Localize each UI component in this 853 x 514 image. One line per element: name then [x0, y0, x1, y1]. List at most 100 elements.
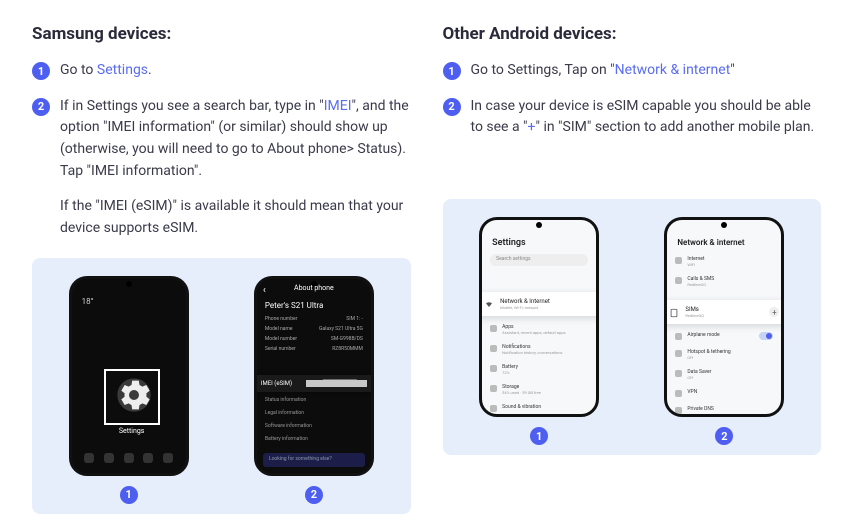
step-number-badge: 1: [443, 62, 461, 80]
dock: [80, 453, 178, 467]
list-item: Status information: [265, 397, 363, 403]
list-item: Sound & vibration: [490, 404, 588, 412]
row-title: Sound & vibration: [502, 404, 541, 410]
network-internet-card: Network & Internet Mobile, Wi-Fi, hotspo…: [479, 292, 599, 316]
network-rows-bottom: Airplane mode Hotspot & tetheringOff Dat…: [675, 332, 773, 417]
value: Galaxy S21 Ultra 5G: [319, 325, 363, 333]
search-settings: Search settings: [490, 254, 588, 266]
settings-icon-highlight: Settings: [104, 369, 160, 425]
step-number-badge: 2: [32, 98, 50, 116]
label: Phone number: [265, 315, 297, 323]
settings-rows: AppsAssistant, recent apps, default apps…: [490, 324, 588, 417]
samsung-step-2: 2 If in Settings you see a search bar, t…: [32, 96, 411, 183]
android-step-1-text: Go to Settings, Tap on "Network & intern…: [471, 60, 735, 82]
android-step-1: 1 Go to Settings, Tap on "Network & inte…: [443, 60, 822, 82]
network-internet-title: Network & internet: [677, 238, 744, 247]
label: Serial number: [265, 345, 296, 353]
notifications-icon: [490, 345, 497, 352]
android-title: Other Android devices:: [443, 24, 822, 44]
row-sub: Notification history, conversations: [502, 350, 562, 355]
list-item: Battery information: [265, 436, 363, 442]
list-item: Software information: [265, 423, 363, 429]
camera-notch: [126, 281, 132, 287]
network-rows-top: InternetWiFi Calls & SMSRedlineGO: [675, 256, 773, 296]
row-sub: RedlineGO: [687, 282, 714, 287]
list-item: Hotspot & tetheringOff: [675, 349, 773, 360]
card-sub: Mobile, Wi-Fi, hotspot: [500, 305, 550, 310]
list-item: AppsAssistant, recent apps, default apps: [490, 324, 588, 335]
text: Go to Settings, Tap on ": [471, 62, 615, 78]
sims-card: SIMs RedlineGO +: [664, 300, 784, 324]
apps-icon: [490, 325, 497, 332]
add-sim-plus-icon: +: [769, 307, 779, 317]
samsung-step-2-extra: If the "IMEI (eSIM)" is available it sho…: [60, 196, 411, 239]
imei-masked-value: 95████████: [306, 380, 367, 387]
airplane-toggle: [759, 332, 773, 340]
image-number-badge: 2: [305, 486, 323, 504]
value: SIM 1: -: [346, 315, 363, 323]
text: ": [730, 62, 734, 78]
columns: Samsung devices: 1 Go to Settings. 2 If …: [32, 24, 821, 514]
text: " in "SIM" section to add another mobile…: [535, 119, 814, 135]
value: RZ8R50MMM: [332, 345, 363, 353]
list-item: Legal information: [265, 410, 363, 416]
row-sub: 54% used · 59 GB free: [502, 390, 541, 395]
wifi-icon: [484, 300, 494, 308]
android-image-box: Settings Search settings Network & Inter…: [443, 199, 822, 455]
gear-icon: [114, 375, 154, 415]
android-phone-1: Settings Search settings Network & Inter…: [479, 217, 599, 417]
row-title: Private DNS: [687, 406, 714, 414]
samsung-phone-1-col: 18° Settings 1: [69, 276, 189, 504]
datasaver-icon: [675, 370, 682, 377]
android-step-2-text: In case your device is eSIM capable you …: [471, 96, 822, 139]
row-title: Airplane mode: [687, 332, 754, 340]
android-step-2: 2 In case your device is eSIM capable yo…: [443, 96, 822, 139]
dns-icon: [675, 407, 682, 414]
battery-icon: [490, 365, 497, 372]
settings-title: Settings: [492, 238, 526, 248]
network-internet-link[interactable]: Network & internet: [615, 62, 731, 78]
camera-notch: [721, 222, 727, 228]
list-item: VPN: [675, 389, 773, 397]
android-phone-1-col: Settings Search settings Network & Inter…: [479, 217, 599, 445]
row-sub: Assistant, recent apps, default apps: [502, 330, 565, 335]
sim-icon: [669, 308, 679, 316]
settings-search-banner: Looking for something else?: [263, 453, 365, 467]
device-info-rows: Phone number SIM 1: - Model name Galaxy S2…: [265, 315, 363, 355]
row-sub: WiFi: [687, 262, 704, 267]
label: Model number: [265, 335, 297, 343]
row-sub: Off: [687, 375, 711, 380]
list-item: Airplane mode: [675, 332, 773, 340]
samsung-phone-2-col: ‹ About phone Peter's S21 Ultra Phone nu…: [254, 276, 374, 504]
row-sub: Off: [687, 355, 730, 360]
image-number-badge: 1: [530, 427, 548, 445]
samsung-step-1-text: Go to Settings.: [60, 60, 152, 82]
settings-link[interactable]: Settings: [97, 62, 148, 78]
list-item: Data SaverOff: [675, 369, 773, 380]
value: SM-G998B/DS: [331, 335, 363, 343]
samsung-step-1: 1 Go to Settings.: [32, 60, 411, 82]
imei-link[interactable]: IMEI: [324, 98, 352, 114]
airplane-icon: [675, 333, 682, 340]
row-sub: 72%: [502, 370, 518, 375]
internet-icon: [675, 257, 682, 264]
list-item: Storage54% used · 59 GB free: [490, 384, 588, 395]
settings-label: Settings: [106, 427, 158, 435]
list-item: InternetWiFi: [675, 256, 773, 267]
about-list: Status information Legal information Sof…: [265, 397, 363, 449]
step-number-badge: 2: [443, 98, 461, 116]
card-title: SIMs: [685, 306, 704, 313]
image-number-badge: 1: [120, 486, 138, 504]
list-item: NotificationsNotification history, conve…: [490, 344, 588, 355]
text: If in Settings you see a search bar, typ…: [60, 98, 324, 114]
list-item: Battery72%: [490, 364, 588, 375]
label: Model name: [265, 325, 293, 333]
samsung-step-2-text: If in Settings you see a search bar, typ…: [60, 96, 411, 183]
samsung-column: Samsung devices: 1 Go to Settings. 2 If …: [32, 24, 411, 514]
camera-notch: [536, 222, 542, 228]
list-item: Calls & SMSRedlineGO: [675, 276, 773, 287]
image-number-badge: 2: [715, 427, 733, 445]
android-phone-2: Network & internet InternetWiFi Calls & …: [664, 217, 784, 417]
calls-icon: [675, 277, 682, 284]
android-column: Other Android devices: 1 Go to Settings,…: [443, 24, 822, 514]
